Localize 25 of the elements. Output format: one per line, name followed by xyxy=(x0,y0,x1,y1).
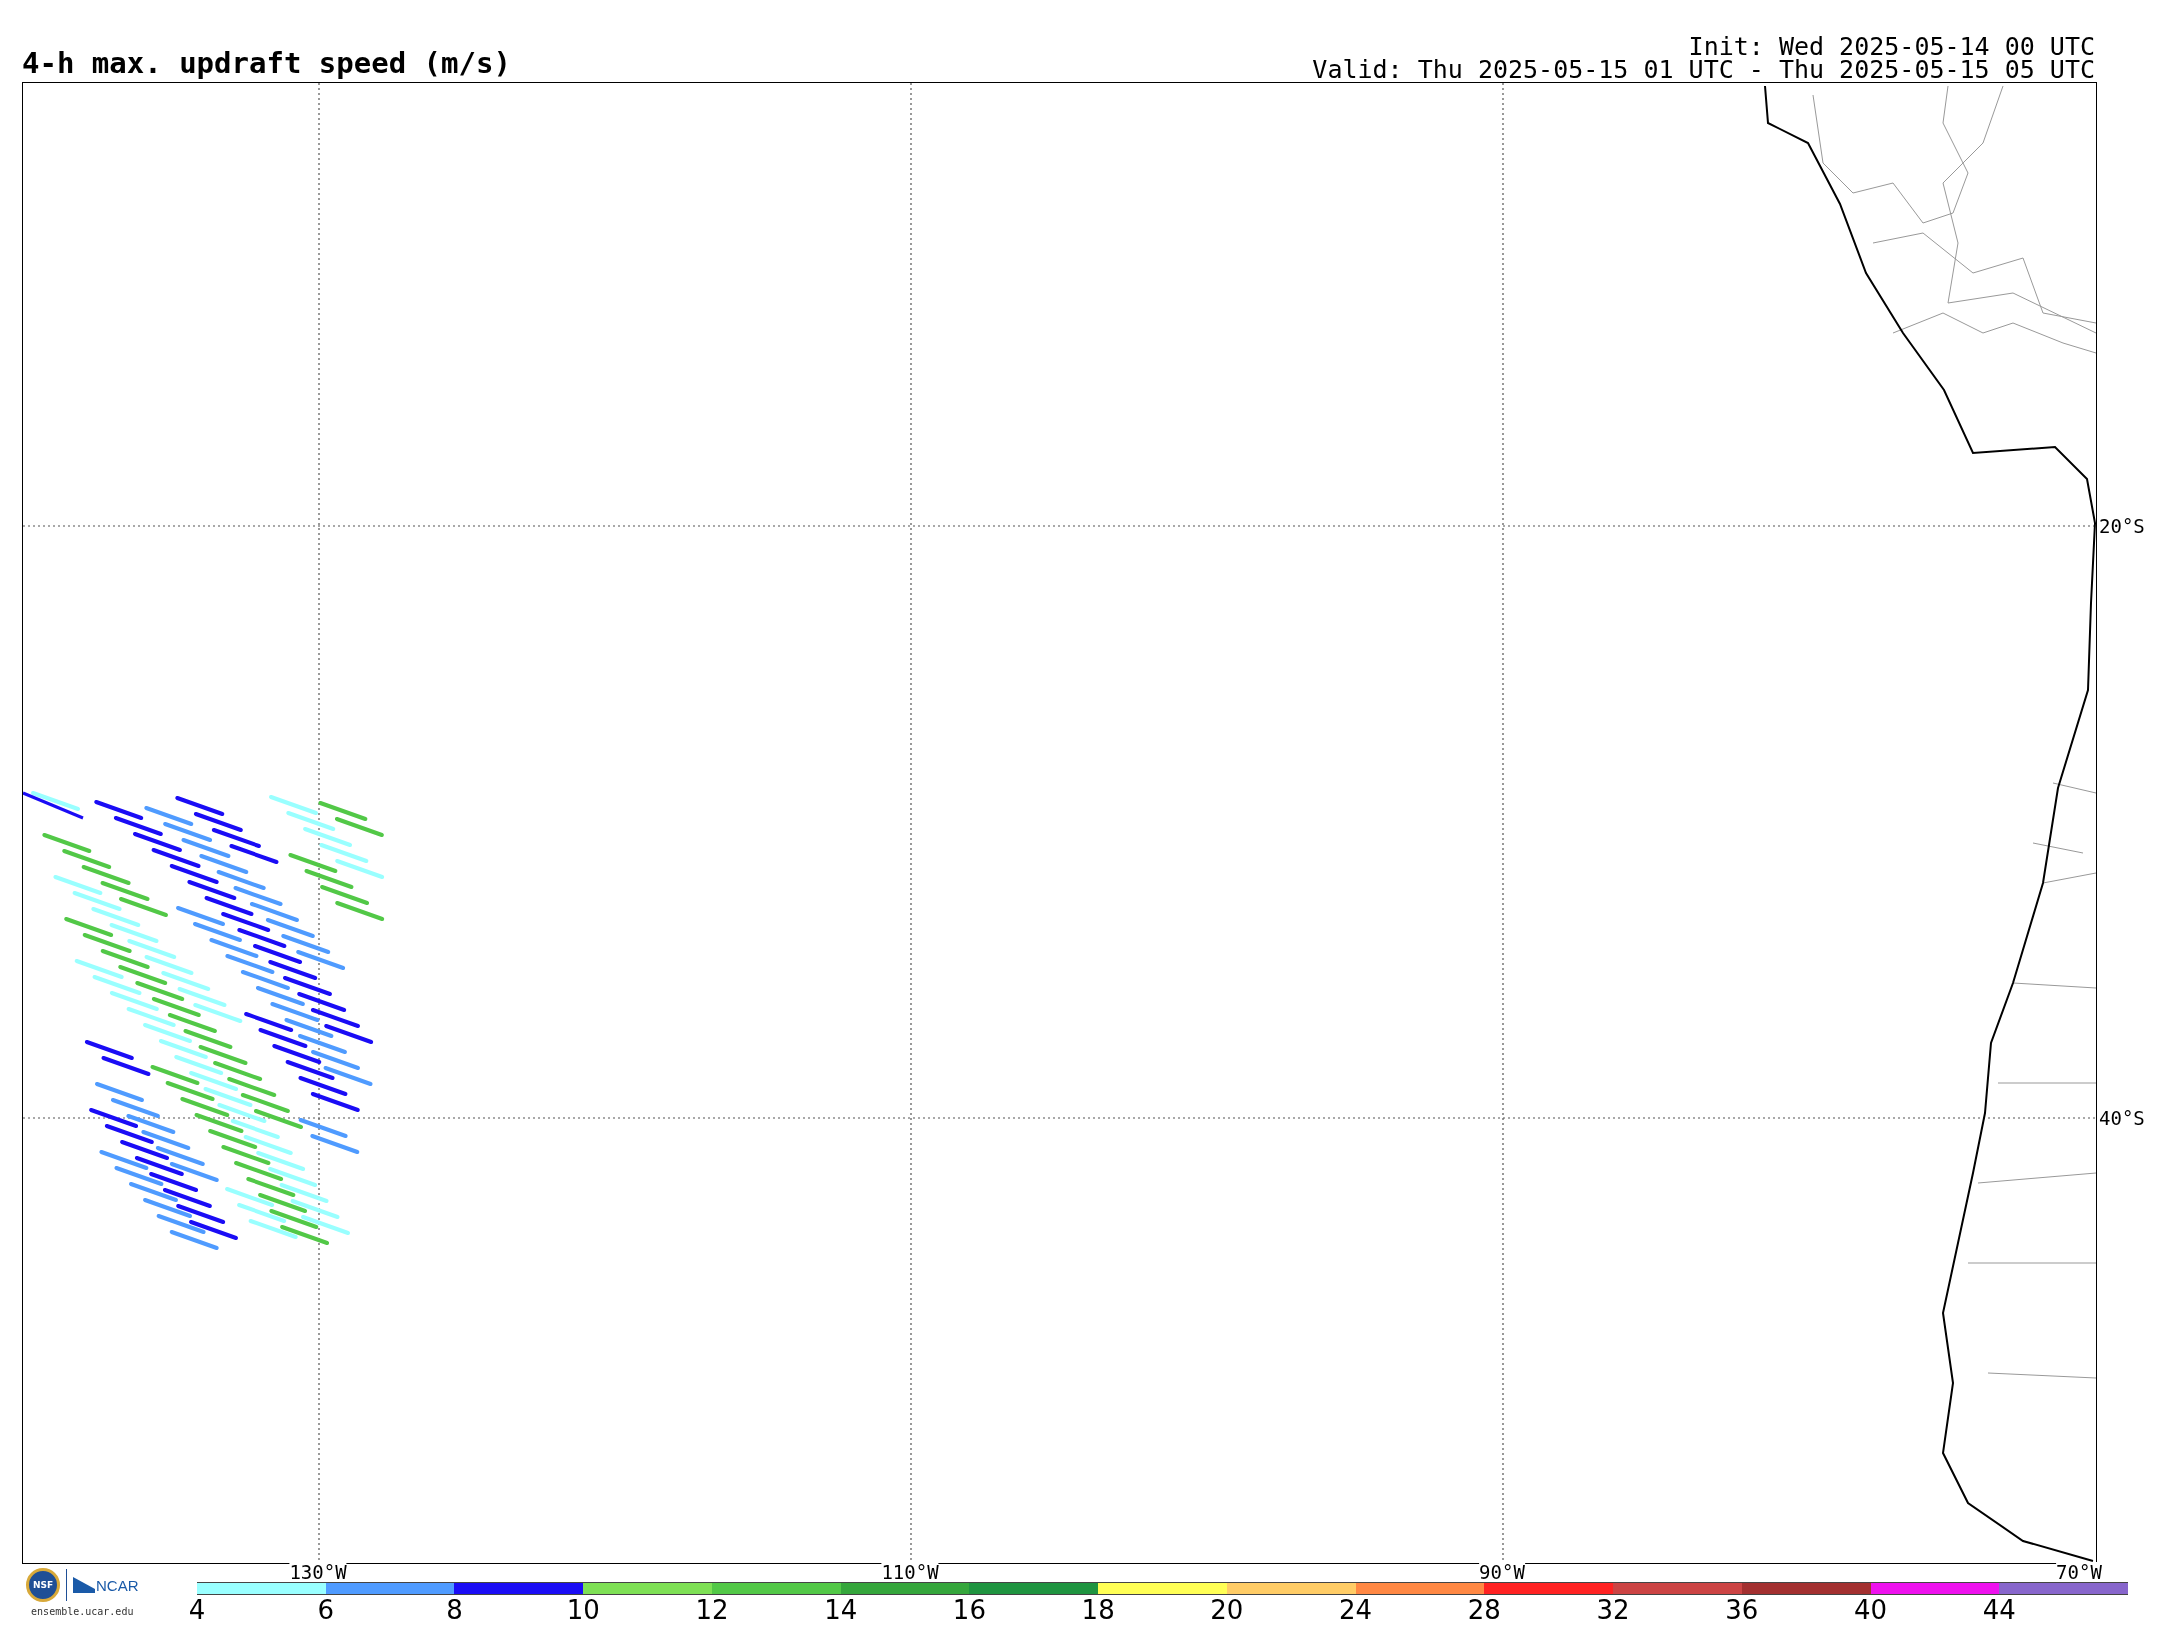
colorbar-tick-label: 14 xyxy=(824,1595,858,1625)
colorbar-tick-label: 36 xyxy=(1725,1595,1759,1625)
valid-time: Valid: Thu 2025-05-15 01 UTC - Thu 2025-05-15 05 UTC xyxy=(1312,58,2095,81)
colorbar-tick-label: 18 xyxy=(1081,1595,1115,1625)
colorbar-tick-label: 12 xyxy=(695,1595,729,1625)
colorbar-tick-label: 8 xyxy=(446,1595,463,1625)
chart-title: 4-h max. updraft speed (m/s) xyxy=(22,46,511,80)
longitude-label: 90°W xyxy=(1479,1562,1525,1582)
colorbar-tick-label: 10 xyxy=(566,1595,600,1625)
longitude-label: 130°W xyxy=(289,1562,347,1582)
colorbar-tick-label: 40 xyxy=(1854,1595,1888,1625)
nsf-logo: NSF xyxy=(26,1568,60,1602)
colorbar-tick-label: 44 xyxy=(1982,1595,2016,1625)
colorbar-tick-label: 20 xyxy=(1210,1595,1244,1625)
colorbar-tick-label: 4 xyxy=(188,1595,206,1625)
longitude-label: 70°W xyxy=(2056,1562,2102,1582)
website-label: ensemble.ucar.edu xyxy=(31,1606,134,1617)
colorbar-tick-label: 24 xyxy=(1339,1595,1373,1625)
colorbar-tick-label: 32 xyxy=(1596,1595,1630,1625)
colorbar-tick-label: 16 xyxy=(952,1595,986,1625)
longitude-label: 110°W xyxy=(881,1562,939,1582)
colorbar-tick-label: 6 xyxy=(317,1595,334,1625)
ncar-logo: NCAR xyxy=(73,1576,139,1594)
init-time: Init: Wed 2025-05-14 00 UTC xyxy=(1688,35,2095,58)
colorbar-tick-label: 28 xyxy=(1467,1595,1501,1625)
